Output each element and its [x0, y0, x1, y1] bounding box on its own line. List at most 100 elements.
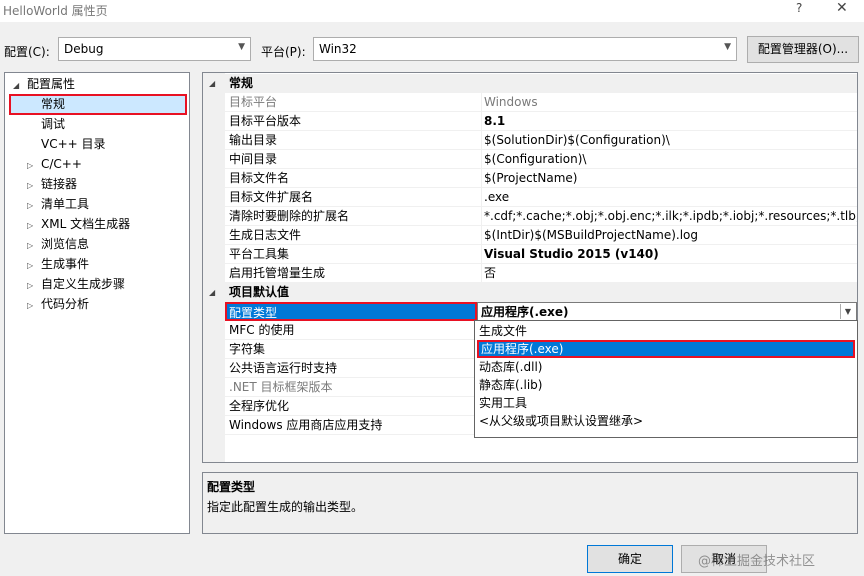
dropdown-option[interactable]: 静态库(.lib) — [477, 376, 855, 394]
config-label: 配置(C): — [4, 45, 50, 59]
tree-item-label: 代码分析 — [41, 297, 90, 311]
property-name: Windows 应用商店应用支持 — [229, 418, 383, 432]
tree-item-label: 调试 — [41, 117, 66, 131]
close-icon[interactable]: ✕ — [836, 0, 848, 16]
expand-icon[interactable]: ▷ — [27, 256, 41, 276]
category-label: 项目默认值 — [229, 285, 290, 299]
property-name: 目标平台版本 — [229, 114, 302, 128]
expand-icon[interactable]: ▷ — [27, 236, 41, 256]
config-combo[interactable]: Debug ▼ — [58, 37, 251, 61]
property-value[interactable]: *.cdf;*.cache;*.obj;*.obj.enc;*.ilk;*.ip… — [481, 207, 857, 225]
property-row[interactable]: 目标文件名 $(ProjectName) — [225, 169, 857, 188]
description-panel: 配置类型 指定此配置生成的输出类型。 — [202, 472, 858, 534]
tree-item[interactable]: ▷ 代码分析 — [27, 294, 89, 314]
collapse-icon[interactable]: ◢ — [209, 74, 215, 93]
config-type-dropdown: 生成文件 应用程序(.exe) 动态库(.dll) 静态库(.lib) 实用工具 <从父级… — [474, 320, 858, 438]
property-name: 输出目录 — [229, 133, 278, 147]
tree-item[interactable]: ▷ C/C++ — [27, 154, 82, 174]
property-row[interactable]: 目标平台版本 8.1 — [225, 112, 857, 131]
expand-icon[interactable]: ▷ — [27, 296, 41, 316]
dropdown-option[interactable]: 生成文件 — [477, 322, 855, 340]
property-name: 目标文件名 — [229, 171, 290, 185]
property-name-selected[interactable]: 配置类型 — [225, 302, 477, 321]
property-value[interactable]: 否 — [481, 264, 857, 282]
property-row[interactable]: 启用托管增量生成 否 — [225, 264, 857, 283]
window-title: HelloWorld 属性页 — [3, 4, 108, 18]
tree-root[interactable]: ◢ 配置属性 — [13, 74, 75, 94]
chevron-down-icon[interactable]: ▼ — [840, 304, 855, 319]
property-value[interactable]: Windows — [481, 93, 857, 111]
tree-item[interactable]: ▷ XML 文档生成器 — [27, 214, 130, 234]
property-name: 目标文件扩展名 — [229, 190, 314, 204]
tree-item[interactable]: ▷ 链接器 — [27, 174, 77, 194]
ok-button[interactable]: 确定 — [587, 545, 673, 573]
property-row[interactable]: 清除时要删除的扩展名 *.cdf;*.cache;*.obj;*.obj.enc;… — [225, 207, 857, 226]
property-value[interactable]: Visual Studio 2015 (v140) — [481, 245, 857, 263]
tree-item-label: C/C++ — [41, 157, 82, 171]
property-row[interactable]: 输出目录 $(SolutionDir)$(Configuration)\ — [225, 131, 857, 150]
property-name: 公共语言运行时支持 — [229, 361, 338, 375]
tree-item[interactable]: 调试 — [27, 114, 65, 134]
watermark: @稀土掘金技术社区 — [698, 554, 816, 569]
property-value[interactable]: $(Configuration)\ — [481, 150, 857, 168]
tree-item[interactable]: ▷ 生成事件 — [27, 254, 89, 274]
tree-item[interactable]: VC++ 目录 — [27, 134, 106, 154]
category-project-defaults[interactable]: ◢ 项目默认值 — [203, 283, 857, 302]
title-bar: HelloWorld 属性页 ? ✕ — [0, 0, 864, 22]
help-button[interactable]: ? — [796, 1, 802, 15]
property-row[interactable]: 目标平台 Windows — [225, 93, 857, 112]
tree-item[interactable]: 常规 — [27, 94, 65, 114]
category-label: 常规 — [229, 76, 254, 90]
dropdown-option[interactable]: 实用工具 — [477, 394, 855, 412]
description-title: 配置类型 — [207, 480, 256, 494]
tree-item[interactable]: ▷ 清单工具 — [27, 194, 89, 214]
property-row[interactable]: 平台工具集 Visual Studio 2015 (v140) — [225, 245, 857, 264]
platform-value: Win32 — [319, 42, 357, 56]
selected-value-text: 应用程序(.exe) — [481, 305, 569, 319]
property-value[interactable]: $(SolutionDir)$(Configuration)\ — [481, 131, 857, 149]
tree-item-label: 自定义生成步骤 — [41, 277, 126, 291]
property-value[interactable]: $(ProjectName) — [481, 169, 857, 187]
config-manager-button[interactable]: 配置管理器(O)... — [747, 36, 859, 63]
expand-icon[interactable]: ▷ — [27, 156, 41, 176]
platform-label: 平台(P): — [261, 45, 306, 59]
expand-icon[interactable]: ▷ — [27, 176, 41, 196]
dropdown-option[interactable]: <从父级或项目默认设置继承> — [477, 412, 855, 430]
property-value-selected[interactable]: 应用程序(.exe) ▼ — [477, 302, 857, 321]
chevron-down-icon: ▼ — [238, 42, 245, 52]
property-row[interactable]: 生成日志文件 $(IntDir)$(MSBuildProjectName).log — [225, 226, 857, 245]
property-name: 目标平台 — [229, 95, 278, 109]
tree-root-label: 配置属性 — [27, 77, 76, 91]
property-name: .NET 目标框架版本 — [229, 380, 333, 394]
property-row[interactable]: 中间目录 $(Configuration)\ — [225, 150, 857, 169]
property-value[interactable]: 8.1 — [481, 112, 857, 130]
tree-item-label: 清单工具 — [41, 197, 90, 211]
dropdown-option[interactable]: 应用程序(.exe) — [477, 340, 855, 358]
property-row[interactable]: 目标文件扩展名 .exe — [225, 188, 857, 207]
property-name: MFC 的使用 — [229, 323, 295, 337]
expand-icon[interactable]: ▷ — [27, 276, 41, 296]
chevron-down-icon: ▼ — [724, 42, 731, 52]
property-name: 字符集 — [229, 342, 266, 356]
dropdown-option[interactable]: 动态库(.dll) — [477, 358, 855, 376]
tree-item[interactable]: ▷ 自定义生成步骤 — [27, 274, 125, 294]
property-value[interactable]: .exe — [481, 188, 857, 206]
property-value[interactable]: $(IntDir)$(MSBuildProjectName).log — [481, 226, 857, 244]
description-text: 指定此配置生成的输出类型。 — [207, 500, 364, 514]
property-name: 全程序优化 — [229, 399, 290, 413]
category-general[interactable]: ◢ 常规 — [203, 74, 857, 93]
property-name: 启用托管增量生成 — [229, 266, 326, 280]
collapse-icon[interactable]: ◢ — [209, 283, 215, 302]
platform-combo[interactable]: Win32 ▼ — [313, 37, 737, 61]
tree-item-label: 生成事件 — [41, 257, 90, 271]
tree-item-label: VC++ 目录 — [41, 137, 106, 151]
grid-gutter — [203, 73, 225, 462]
tree-item-label: XML 文档生成器 — [41, 217, 131, 231]
property-name: 生成日志文件 — [229, 228, 302, 242]
property-tree: ◢ 配置属性 常规 调试 VC++ 目录 ▷ C/C++ ▷ 链接器 ▷ 清单工具 ▷ XML 文档生… — [4, 72, 190, 534]
expand-icon[interactable]: ▷ — [27, 216, 41, 236]
collapse-icon[interactable]: ◢ — [13, 76, 27, 96]
property-name: 平台工具集 — [229, 247, 290, 261]
tree-item[interactable]: ▷ 浏览信息 — [27, 234, 89, 254]
expand-icon[interactable]: ▷ — [27, 196, 41, 216]
